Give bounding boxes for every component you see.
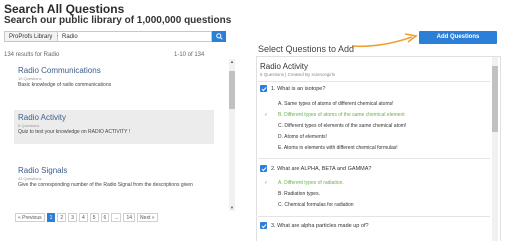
question-text: 1. What is an isotope? <box>271 85 326 92</box>
question-text: 3. What are alpha particles made up of? <box>271 222 369 229</box>
question-text: 2. What are ALPHA, BETA and GAMMA? <box>271 165 372 172</box>
scroll-down-icon[interactable]: ▼ <box>230 205 234 210</box>
question-checkbox[interactable] <box>260 85 267 92</box>
check-icon <box>261 86 266 91</box>
question-row[interactable]: 1. What is an isotope? <box>260 84 325 93</box>
page-link[interactable]: 14 <box>123 213 136 222</box>
page-link[interactable]: 6 <box>100 213 110 222</box>
search-input[interactable]: Radio <box>58 31 212 42</box>
result-title[interactable]: Radio Signals <box>18 166 210 175</box>
answer-option: E. Atoms in elements with different chem… <box>278 145 398 151</box>
answer-option-correct: B. Different types of atoms of the same … <box>278 112 405 118</box>
page-subtitle: Search our public library of 1,000,000 q… <box>4 15 232 26</box>
divider <box>258 81 490 82</box>
result-item[interactable]: Radio Signals 43 Questions Give the corr… <box>14 163 214 191</box>
question-checkbox[interactable] <box>260 165 267 172</box>
result-title[interactable]: Radio Activity <box>18 113 210 122</box>
results-list: Radio Communications 10 Questions Basic … <box>4 59 236 211</box>
library-select-label: ProProfs Library <box>9 34 53 40</box>
page-link[interactable]: 2 <box>57 213 67 222</box>
page-ellipsis: ... <box>111 213 122 222</box>
questions-scrollbar-thumb[interactable] <box>492 66 498 132</box>
check-icon <box>261 223 266 228</box>
page-link[interactable]: 4 <box>78 213 88 222</box>
result-meta: 43 Questions <box>18 176 42 181</box>
page-link[interactable]: 5 <box>89 213 99 222</box>
correct-check-icon: ✓ <box>264 112 269 118</box>
result-meta: 10 Questions <box>18 76 42 81</box>
arrow-icon <box>351 33 418 48</box>
pagination-next[interactable]: Next » <box>137 213 158 222</box>
divider <box>258 158 490 159</box>
check-icon <box>261 166 266 171</box>
answer-option: C. Chemical formulas for radiation <box>278 202 354 208</box>
page-link[interactable]: 1 <box>46 213 56 222</box>
question-row[interactable]: 2. What are ALPHA, BETA and GAMMA? <box>260 164 371 173</box>
result-meta: 6 Questions <box>18 123 40 128</box>
results-scrollbar-thumb[interactable] <box>229 71 235 109</box>
quiz-meta: 6 Questions | Created By sciencegirls <box>260 72 335 77</box>
page-title: Search All Questions <box>4 2 125 16</box>
result-desc: Give the corresponding number of the Rad… <box>18 182 193 188</box>
results-count: 134 results for Radio <box>4 52 60 58</box>
result-title[interactable]: Radio Communications <box>18 66 210 75</box>
divider <box>258 216 490 217</box>
answer-option: C. Different types of elements of the sa… <box>278 123 407 129</box>
answer-option: B. Radiation types. <box>278 191 320 197</box>
scroll-up-icon[interactable]: ▲ <box>230 59 234 64</box>
page-link[interactable]: 3 <box>68 213 77 222</box>
results-range: 1-10 of 134 <box>174 52 205 58</box>
result-item[interactable]: Radio Communications 10 Questions Basic … <box>14 63 214 91</box>
answer-option: D. Atoms of elements! <box>278 134 327 140</box>
pagination-prev[interactable]: « Previous <box>15 213 45 222</box>
quiz-title: Radio Activity <box>260 62 309 71</box>
question-checkbox[interactable] <box>260 222 267 229</box>
result-desc: Basic knowledge of radio communications <box>18 82 112 88</box>
search-button[interactable] <box>212 31 226 42</box>
question-row[interactable]: 3. What are alpha particles made up of? <box>260 221 369 230</box>
add-questions-button[interactable]: Add Questions <box>419 31 497 44</box>
search-icon <box>215 33 223 40</box>
select-questions-heading: Select Questions to Add <box>258 44 355 54</box>
result-desc: Quiz to test your knowledge on RADIO ACT… <box>18 129 131 135</box>
library-select[interactable]: ProProfs Library▼ <box>4 31 61 42</box>
correct-check-icon: ✓ <box>264 180 269 186</box>
answer-option-correct: A. Different types of radiation. <box>278 180 344 186</box>
result-item-selected[interactable]: Radio Activity 6 Questions Quiz to test … <box>14 110 214 144</box>
answer-option: A. Same types of atoms of different chem… <box>278 101 394 107</box>
pagination: « Previous 1 2 3 4 5 6 ... 14 Next » <box>15 213 158 222</box>
